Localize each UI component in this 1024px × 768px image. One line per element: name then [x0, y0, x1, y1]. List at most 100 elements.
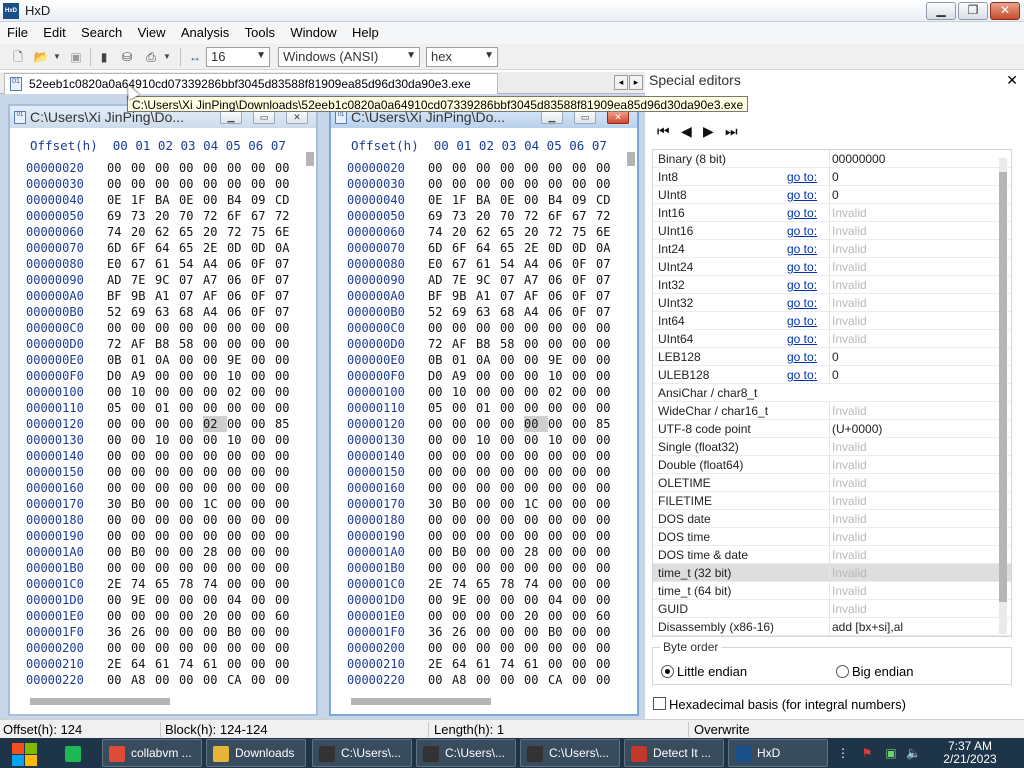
hex-editor-window-1[interactable]: 01 C:\Users\Xi JinPing\Do... ▁ ▭ ✕ Offse… [8, 104, 318, 716]
inspector-row[interactable]: DOS time & date Invalid [653, 546, 1011, 564]
hex-byte[interactable]: 00 [572, 352, 596, 368]
vertical-scrollbar[interactable] [627, 148, 635, 688]
hex-byte[interactable]: 00 [476, 464, 500, 480]
hex-row[interactable]: 00000220 00 A8 00 00 00 CA 00 00 [347, 672, 620, 688]
hex-byte[interactable]: B0 [452, 544, 476, 560]
hex-byte[interactable]: 00 [179, 160, 203, 176]
hex-row[interactable]: 000000E0 0B 01 0A 00 00 9E 00 00 [347, 352, 620, 368]
inspector-row[interactable]: UTF-8 code point (U+0000) [653, 420, 1011, 438]
hex-byte[interactable]: 00 [548, 608, 572, 624]
hex-byte[interactable]: 00 [500, 528, 524, 544]
hex-byte[interactable]: 01 [452, 352, 476, 368]
inspector-value[interactable]: Invalid [829, 240, 999, 258]
hex-byte[interactable]: 00 [500, 560, 524, 576]
hex-byte[interactable]: 62 [155, 224, 179, 240]
scroll-thumb[interactable] [30, 698, 170, 705]
hex-byte[interactable]: 00 [452, 176, 476, 192]
hex-row[interactable]: 000000C0 00 00 00 00 00 00 00 00 [347, 320, 620, 336]
hex-byte[interactable]: 00 [275, 448, 299, 464]
hex-byte[interactable]: 54 [179, 256, 203, 272]
hex-editor-window-2[interactable]: 01 C:\Users\Xi JinPing\Do... ▁ ▭ ✕ Offse… [329, 104, 639, 716]
hex-byte[interactable]: A1 [155, 288, 179, 304]
hex-byte[interactable]: 00 [131, 432, 155, 448]
hex-byte[interactable]: 00 [203, 448, 227, 464]
hex-row[interactable]: 00000060 74 20 62 65 20 72 75 6E [347, 224, 620, 240]
hex-byte[interactable]: 00 [227, 320, 251, 336]
horizontal-scrollbar[interactable] [339, 696, 619, 706]
hex-byte[interactable]: 00 [572, 176, 596, 192]
hex-row[interactable]: 00000150 00 00 00 00 00 00 00 00 [26, 464, 299, 480]
hex-byte[interactable]: 00 [500, 496, 524, 512]
hex-byte[interactable]: 00 [227, 640, 251, 656]
hex-byte[interactable]: 00 [548, 496, 572, 512]
hex-byte[interactable]: 65 [179, 224, 203, 240]
inspector-row[interactable]: DOS time Invalid [653, 528, 1011, 546]
hex-byte[interactable]: 58 [179, 336, 203, 352]
scroll-thumb[interactable] [627, 152, 635, 166]
hex-row[interactable]: 00000080 E0 67 61 54 A4 06 0F 07 [347, 256, 620, 272]
hex-byte[interactable]: BF [428, 288, 452, 304]
goto-link[interactable]: go to: [787, 348, 817, 366]
minimize-button[interactable]: ▁ [220, 110, 242, 124]
hex-byte[interactable]: 00 [572, 448, 596, 464]
hex-byte[interactable]: 00 [428, 432, 452, 448]
inspector-value[interactable]: Invalid [829, 438, 999, 456]
hex-byte[interactable]: 72 [596, 208, 620, 224]
inspector-row[interactable]: UInt8 go to: 0 [653, 186, 1011, 204]
hex-byte[interactable]: 00 [548, 480, 572, 496]
menu-help[interactable]: Help [345, 22, 384, 40]
open-ram-icon[interactable]: ⛁ [119, 49, 135, 65]
hex-byte[interactable]: 00 [227, 480, 251, 496]
hex-byte[interactable]: 00 [131, 528, 155, 544]
hex-byte[interactable]: 00 [131, 448, 155, 464]
hex-byte[interactable]: 00 [524, 320, 548, 336]
hex-byte[interactable]: 00 [500, 400, 524, 416]
hex-byte[interactable]: 6E [275, 224, 299, 240]
hex-byte[interactable]: 00 [572, 544, 596, 560]
inspector-value[interactable]: 0 [829, 348, 999, 366]
hex-byte[interactable]: 00 [524, 480, 548, 496]
hex-byte[interactable]: 00 [179, 496, 203, 512]
hex-byte[interactable]: 00 [524, 528, 548, 544]
hex-byte[interactable]: 00 [203, 400, 227, 416]
hex-byte[interactable]: 61 [155, 656, 179, 672]
menu-file[interactable]: File [0, 22, 33, 40]
hex-byte[interactable]: 00 [155, 624, 179, 640]
hex-byte[interactable]: 65 [155, 576, 179, 592]
hex-byte[interactable]: 00 [428, 160, 452, 176]
hex-byte[interactable]: 2E [203, 240, 227, 256]
hex-byte[interactable]: 0E [428, 192, 452, 208]
hex-byte[interactable]: 00 [524, 352, 548, 368]
hex-byte[interactable]: 00 [251, 576, 275, 592]
hex-byte[interactable]: 00 [251, 512, 275, 528]
hex-byte[interactable]: 10 [227, 432, 251, 448]
hex-byte[interactable]: 07 [500, 288, 524, 304]
hex-byte[interactable]: 00 [476, 544, 500, 560]
hex-byte[interactable]: 00 [107, 384, 131, 400]
hex-byte[interactable]: AF [452, 336, 476, 352]
hex-byte[interactable]: 2E [524, 240, 548, 256]
hex-byte[interactable]: 67 [251, 208, 275, 224]
hex-row[interactable]: 00000210 2E 64 61 74 61 00 00 00 [347, 656, 620, 672]
inspector-value[interactable]: 0 [829, 186, 999, 204]
hex-byte[interactable]: 07 [275, 288, 299, 304]
maximize-button[interactable]: ❐ [958, 2, 988, 20]
hex-byte[interactable]: 00 [596, 160, 620, 176]
hex-byte[interactable]: 00 [179, 512, 203, 528]
inspector-value[interactable]: 00000000 [829, 150, 999, 168]
hex-byte[interactable]: 00 [131, 608, 155, 624]
hex-byte[interactable]: 00 [572, 416, 596, 432]
hex-byte[interactable]: 00 [428, 528, 452, 544]
hex-byte[interactable]: 00 [500, 352, 524, 368]
hex-byte[interactable]: 54 [500, 256, 524, 272]
hex-byte[interactable]: 07 [596, 304, 620, 320]
hex-byte[interactable]: 00 [500, 608, 524, 624]
inspector-value[interactable]: add [bx+si],al [829, 618, 999, 636]
hex-byte[interactable]: 00 [596, 496, 620, 512]
hex-byte[interactable]: 00 [452, 160, 476, 176]
hex-byte[interactable]: 01 [131, 352, 155, 368]
hex-byte[interactable]: 00 [251, 560, 275, 576]
hex-byte[interactable]: 10 [548, 432, 572, 448]
hex-byte[interactable]: 0F [251, 288, 275, 304]
file-tab[interactable]: 01 52eeb1c0820a0a64910cd07339286bbf3045d… [4, 73, 498, 94]
